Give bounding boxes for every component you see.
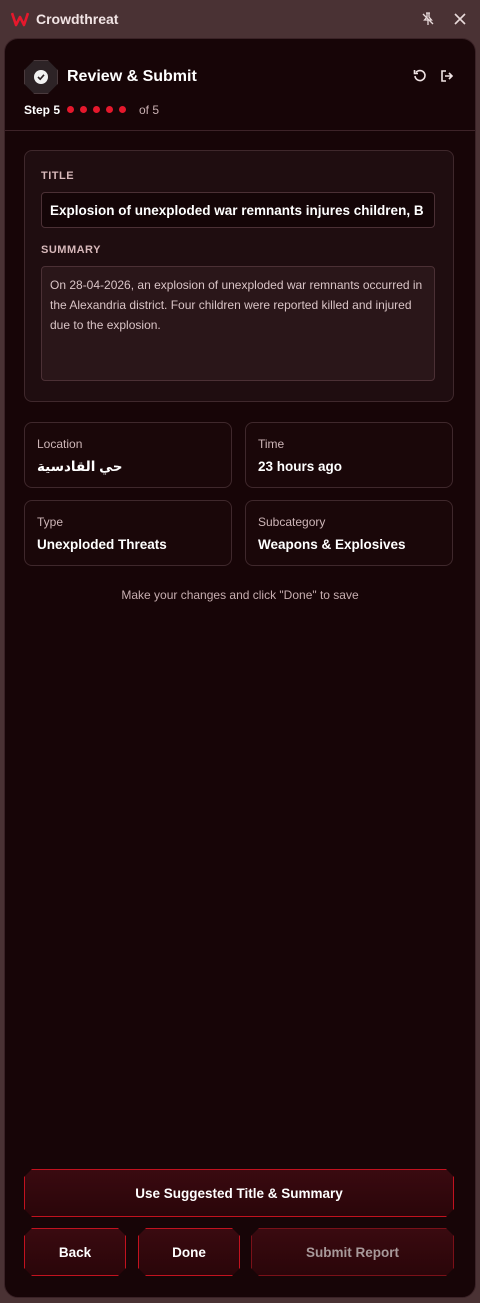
location-card[interactable]: Location حي القادسية xyxy=(24,422,232,488)
title-input[interactable] xyxy=(41,192,435,228)
window-titlebar: Crowdthreat xyxy=(0,0,480,38)
submit-report-button[interactable]: Submit Report xyxy=(251,1228,454,1276)
step-total-label: of 5 xyxy=(139,103,160,117)
edit-card: TITLE SUMMARY On 28-04-2026, an explosio… xyxy=(24,150,454,402)
logout-icon[interactable] xyxy=(438,67,456,85)
check-circle-icon xyxy=(34,70,48,84)
reset-icon[interactable] xyxy=(411,67,429,85)
back-button[interactable]: Back xyxy=(24,1228,126,1276)
location-label: Location xyxy=(37,437,83,451)
crowdthreat-logo-icon xyxy=(11,12,29,27)
close-icon[interactable] xyxy=(450,9,470,29)
summary-label: SUMMARY xyxy=(41,244,101,256)
page-title: Review & Submit xyxy=(67,68,197,85)
step-dot xyxy=(93,106,100,113)
step-dot xyxy=(106,106,113,113)
step-dot xyxy=(119,106,126,113)
title-label: TITLE xyxy=(41,170,75,182)
time-value: 23 hours ago xyxy=(258,459,343,474)
panel-header: Review & Submit Step 5 of 5 xyxy=(5,39,475,131)
step-progress xyxy=(67,106,126,113)
type-label: Type xyxy=(37,515,64,529)
unpin-icon[interactable] xyxy=(418,9,438,29)
step-dot xyxy=(67,106,74,113)
type-value: Unexploded Threats xyxy=(37,537,167,552)
time-label: Time xyxy=(258,437,285,451)
review-panel: Review & Submit Step 5 of 5 TITLE SUMMAR… xyxy=(4,38,476,1298)
subcategory-value: Weapons & Explosives xyxy=(258,537,406,552)
step-badge xyxy=(24,60,58,94)
summary-textarea[interactable]: On 28-04-2026, an explosion of unexplode… xyxy=(41,266,435,381)
location-value: حي القادسية xyxy=(37,459,123,474)
use-suggested-button[interactable]: Use Suggested Title & Summary xyxy=(24,1169,454,1217)
type-card[interactable]: Type Unexploded Threats xyxy=(24,500,232,566)
step-label: Step 5 xyxy=(24,103,61,117)
hint-text: Make your changes and click "Done" to sa… xyxy=(121,588,359,602)
done-button[interactable]: Done xyxy=(138,1228,240,1276)
step-dot xyxy=(80,106,87,113)
subcategory-label: Subcategory xyxy=(258,515,326,529)
subcategory-card[interactable]: Subcategory Weapons & Explosives xyxy=(245,500,453,566)
time-card[interactable]: Time 23 hours ago xyxy=(245,422,453,488)
app-name: Crowdthreat xyxy=(36,11,119,27)
